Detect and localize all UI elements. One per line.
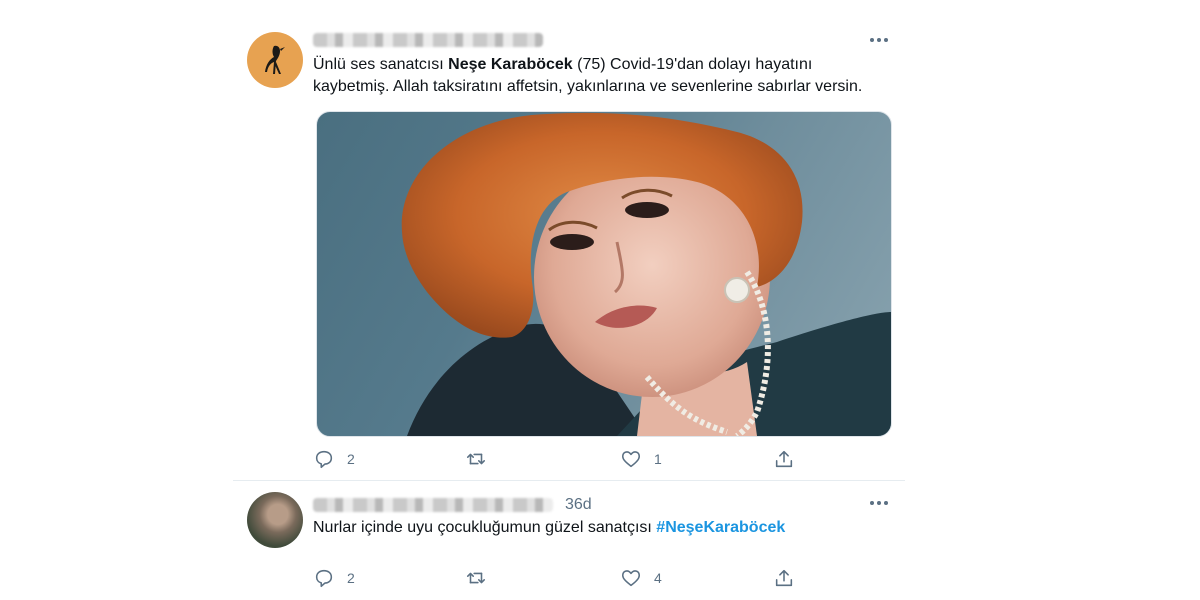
reply-count: 2 xyxy=(347,570,355,586)
like-button[interactable]: 1 xyxy=(620,447,662,471)
avatar[interactable] xyxy=(247,32,303,88)
blurred-username[interactable] xyxy=(313,498,553,512)
blurred-username[interactable] xyxy=(313,33,543,47)
like-button[interactable]: 4 xyxy=(620,566,662,590)
portrait-photo xyxy=(401,112,891,436)
tweet-timestamp[interactable]: 36d xyxy=(565,496,592,514)
avatar[interactable] xyxy=(247,492,303,548)
share-icon xyxy=(775,569,793,587)
tweet-text-bold-name: Neşe Karaböcek xyxy=(448,56,573,73)
tweet-text: Nurlar içinde uyu çocukluğumun güzel san… xyxy=(313,517,893,539)
tweet[interactable]: Ünlü ses sanatcısı Neşe Karaböcek (75) C… xyxy=(233,18,905,480)
reply-button[interactable]: 2 xyxy=(313,447,355,471)
share-button[interactable] xyxy=(773,566,807,590)
reply-button[interactable]: 2 xyxy=(313,566,355,590)
tweet-text-part: Nurlar içinde uyu çocukluğumun güzel san… xyxy=(313,519,657,536)
tweet-header xyxy=(313,29,543,51)
heart-icon xyxy=(621,451,641,468)
reply-icon xyxy=(315,450,333,469)
timeline: Ünlü ses sanatcısı Neşe Karaböcek (75) C… xyxy=(233,18,905,600)
reply-count: 2 xyxy=(347,451,355,467)
retweet-icon xyxy=(466,453,486,465)
tweet-actions: 2 4 xyxy=(313,566,803,590)
retweet-icon xyxy=(466,572,486,584)
share-button[interactable] xyxy=(773,447,807,471)
more-icon[interactable] xyxy=(867,495,891,511)
retweet-button[interactable] xyxy=(465,447,499,471)
reply-icon xyxy=(315,569,333,588)
tweet-photo[interactable] xyxy=(316,111,892,437)
like-count: 1 xyxy=(654,451,662,467)
like-count: 4 xyxy=(654,570,662,586)
retweet-button[interactable] xyxy=(465,566,499,590)
more-icon[interactable] xyxy=(867,32,891,48)
bird-silhouette-icon xyxy=(265,45,285,74)
tweet[interactable]: 36d Nurlar içinde uyu çocukluğumun güzel… xyxy=(233,481,905,600)
tweet-text: Ünlü ses sanatcısı Neşe Karaböcek (75) C… xyxy=(313,54,893,98)
tweet-header: 36d xyxy=(313,494,592,516)
tweet-text-part: Ünlü ses sanatcısı xyxy=(313,56,449,73)
hashtag-link[interactable]: #NeşeKaraböcek xyxy=(656,519,785,536)
heart-icon xyxy=(621,570,641,587)
share-icon xyxy=(775,450,793,468)
tweet-actions: 2 1 xyxy=(313,447,803,471)
